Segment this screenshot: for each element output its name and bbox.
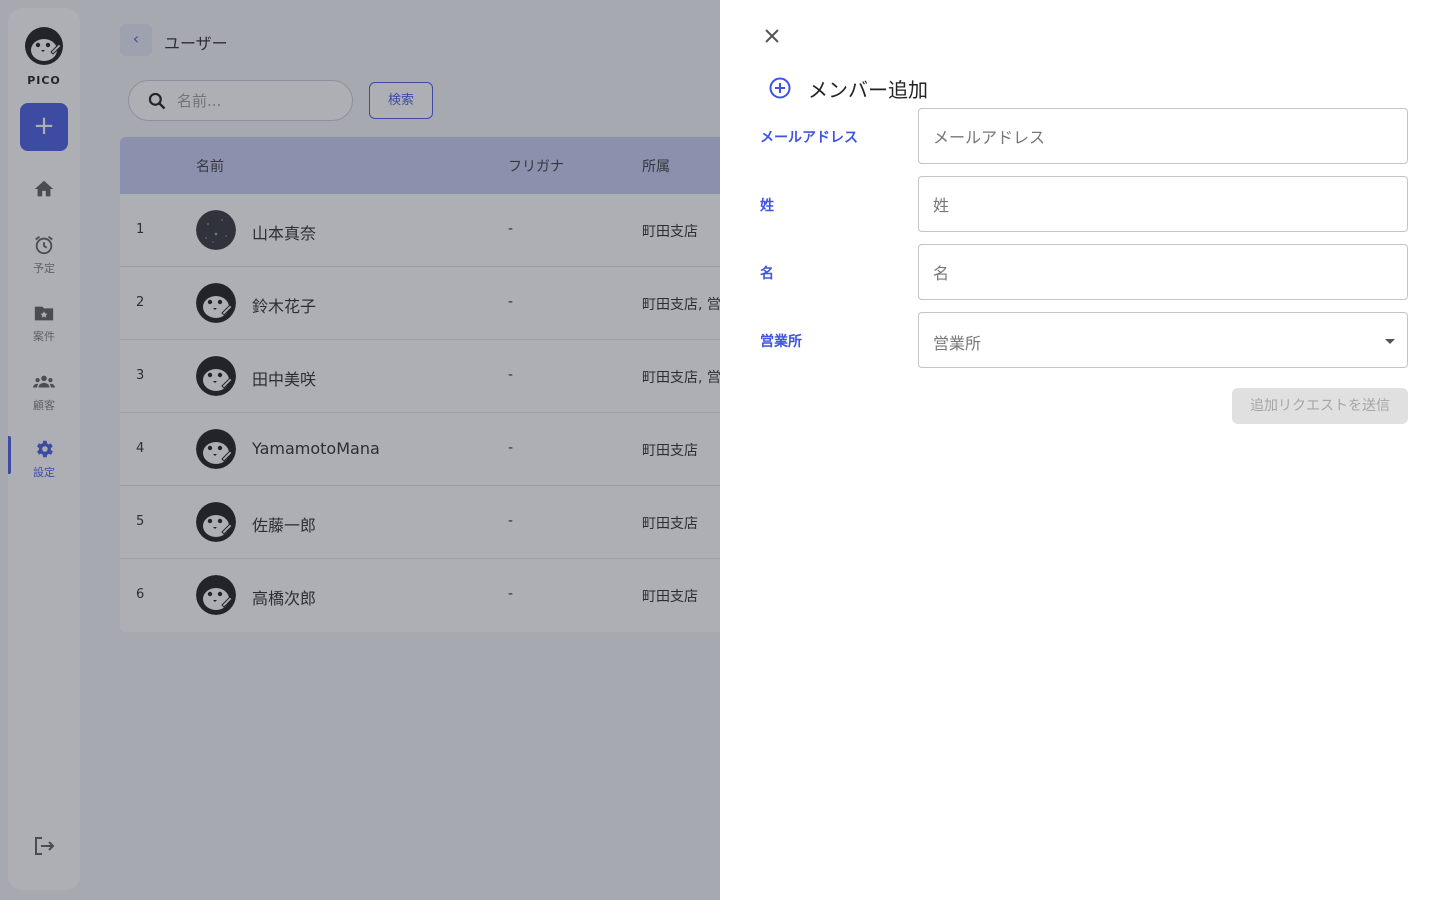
email-field[interactable] [918, 108, 1408, 164]
office-select[interactable]: 営業所 [918, 312, 1408, 368]
close-button[interactable] [760, 24, 784, 48]
email-label: メールアドレス [760, 130, 858, 146]
first-name-label: 名 [760, 266, 774, 282]
last-name-label: 姓 [760, 198, 774, 214]
first-name-input[interactable] [933, 261, 1383, 285]
email-input[interactable] [933, 125, 1383, 149]
dropdown-arrow-icon [1385, 339, 1395, 344]
last-name-input[interactable] [933, 193, 1383, 217]
office-select-placeholder: 営業所 [933, 334, 982, 353]
office-label: 営業所 [760, 334, 802, 350]
close-icon [765, 29, 779, 43]
add-member-drawer: メンバー追加 メールアドレス 姓 名 営業所 営業所 追加リクエストを送信 [720, 0, 1440, 900]
submit-request-button[interactable]: 追加リクエストを送信 [1232, 388, 1408, 424]
add-circle-icon [769, 77, 791, 99]
modal-backdrop[interactable] [0, 0, 720, 900]
drawer-title: メンバー追加 [808, 78, 928, 102]
last-name-field[interactable] [918, 176, 1408, 232]
first-name-field[interactable] [918, 244, 1408, 300]
